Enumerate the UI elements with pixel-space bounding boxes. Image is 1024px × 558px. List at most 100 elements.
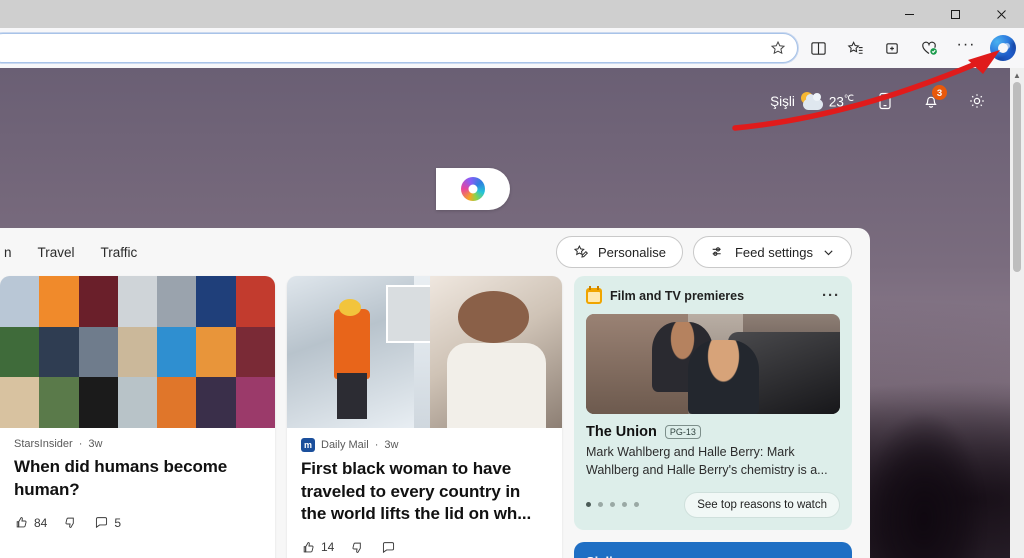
feed-settings-button[interactable]: Feed settings <box>692 236 852 268</box>
premieres-menu-button[interactable]: ··· <box>822 288 840 303</box>
favorites-star-icon <box>847 40 863 54</box>
article-reactions: 84 5 <box>14 515 261 530</box>
tab-traffic[interactable]: Traffic <box>101 245 138 260</box>
comment-count: 5 <box>114 515 122 530</box>
carousel-dot[interactable] <box>634 502 639 507</box>
article-headline[interactable]: When did humans become human? <box>14 456 261 501</box>
scroll-up-button[interactable]: ▲ <box>1010 68 1024 82</box>
comment-icon <box>96 517 108 529</box>
feed-left-column: StarsInsider · 3w When did humans become… <box>0 276 562 558</box>
weather-card: Şişli ··· 23℃ Strong gusty winds <box>574 541 852 558</box>
header-location: Şişli <box>770 93 795 109</box>
comment-button[interactable]: 5 <box>94 515 121 530</box>
premieres-footer: See top reasons to watch <box>586 491 840 518</box>
minimize-button[interactable] <box>886 0 932 28</box>
rating-badge: PG-13 <box>664 425 701 439</box>
comment-button[interactable] <box>381 540 401 555</box>
chevron-down-icon <box>824 249 833 255</box>
weather-card-header: Şişli ··· <box>586 553 840 558</box>
carousel-dot[interactable] <box>610 502 615 507</box>
dislike-button[interactable] <box>63 515 78 530</box>
page-scrollbar[interactable]: ▲ <box>1010 68 1024 558</box>
split-screen-button[interactable] <box>801 32 835 64</box>
thumbs-up-icon <box>303 541 314 553</box>
close-icon <box>996 9 1006 19</box>
tab-travel[interactable]: Travel <box>38 245 75 260</box>
copilot-swirl-icon <box>461 177 485 201</box>
article-source: StarsInsider · 3w <box>14 438 261 450</box>
msn-header: Şişli 23℃ 3 <box>0 68 1010 134</box>
notifications-button[interactable]: 3 <box>916 85 947 116</box>
source-logo: m <box>301 438 315 452</box>
movie-description: Mark Wahlberg and Halle Berry: Mark Wahl… <box>586 445 828 477</box>
maximize-button[interactable] <box>932 0 978 28</box>
add-favorite-icon[interactable] <box>765 35 791 61</box>
carousel-dot[interactable] <box>598 502 603 507</box>
calendar-icon <box>586 286 602 304</box>
feed-settings-label: Feed settings <box>734 244 813 260</box>
like-button[interactable]: 84 <box>14 515 47 530</box>
msn-settings-button[interactable] <box>962 86 992 116</box>
thumbs-down-icon <box>65 517 75 529</box>
notification-badge: 3 <box>932 85 947 100</box>
title-bar <box>0 0 1024 28</box>
thumbs-up-icon <box>16 517 27 528</box>
copilot-icon <box>990 35 1016 61</box>
carousel-dot[interactable] <box>586 502 591 507</box>
heart-monitor-icon <box>922 41 937 55</box>
star-pencil-icon <box>573 245 589 258</box>
tab-cut-off[interactable]: n <box>4 245 12 260</box>
article-body: m Daily Mail · 3w First black woman to h… <box>287 428 562 558</box>
feed-right-column: Film and TV premieres ··· The Union PG-1… <box>574 276 852 558</box>
premieres-card: Film and TV premieres ··· The Union PG-1… <box>574 276 852 530</box>
gear-icon <box>962 86 992 116</box>
photo-collage <box>0 276 275 428</box>
collections-icon <box>885 42 898 54</box>
browser-essentials-button[interactable] <box>912 32 946 64</box>
sliders-icon <box>712 247 721 256</box>
copilot-button[interactable] <box>986 32 1020 64</box>
feed-actions: Personalise Feed settings <box>556 236 852 268</box>
bell-icon: 3 <box>916 85 947 116</box>
header-temperature: 23℃ <box>828 92 854 110</box>
article-thumbnail <box>287 276 562 428</box>
phone-icon <box>870 86 900 116</box>
dislike-button[interactable] <box>350 540 365 555</box>
weather-location: Şişli <box>586 554 613 558</box>
source-separator: · <box>78 438 83 450</box>
phone-link-button[interactable] <box>870 86 900 116</box>
like-count: 14 <box>321 540 335 555</box>
settings-and-more-button[interactable]: ··· <box>949 32 983 64</box>
movie-still[interactable] <box>586 314 840 414</box>
restore-icon <box>950 9 960 19</box>
favorites-button[interactable] <box>838 32 872 64</box>
article-card[interactable]: m Daily Mail · 3w First black woman to h… <box>287 276 562 558</box>
address-input[interactable] <box>5 41 765 55</box>
see-top-reasons-button[interactable]: See top reasons to watch <box>684 491 840 518</box>
weather-summary[interactable]: Şişli 23℃ <box>770 92 854 110</box>
article-headline[interactable]: First black woman to have traveled to ev… <box>301 458 548 526</box>
article-age: 3w <box>88 438 103 450</box>
browser-toolbar: ··· <box>0 28 1024 68</box>
page-copilot-button[interactable] <box>436 168 510 210</box>
like-button[interactable]: 14 <box>301 540 334 555</box>
carousel-dots[interactable] <box>586 502 639 507</box>
article-card[interactable]: StarsInsider · 3w When did humans become… <box>0 276 275 558</box>
source-separator: · <box>374 439 379 451</box>
personalise-label: Personalise <box>598 244 666 260</box>
scrollbar-thumb[interactable] <box>1013 82 1021 272</box>
thumbs-down-icon <box>352 542 362 553</box>
collections-button[interactable] <box>875 32 909 64</box>
premieres-header: Film and TV premieres ··· <box>586 286 840 304</box>
close-button[interactable] <box>978 0 1024 28</box>
background-tree <box>864 414 984 558</box>
personalise-button[interactable]: Personalise <box>556 236 683 268</box>
address-bar[interactable] <box>0 33 798 63</box>
article-reactions: 14 <box>301 540 548 555</box>
source-name: StarsInsider <box>14 438 73 450</box>
article-body: StarsInsider · 3w When did humans become… <box>0 428 275 542</box>
minimize-icon <box>904 13 914 15</box>
ellipsis-icon: ··· <box>956 36 976 53</box>
carousel-dot[interactable] <box>622 502 627 507</box>
article-thumbnail <box>0 276 275 428</box>
